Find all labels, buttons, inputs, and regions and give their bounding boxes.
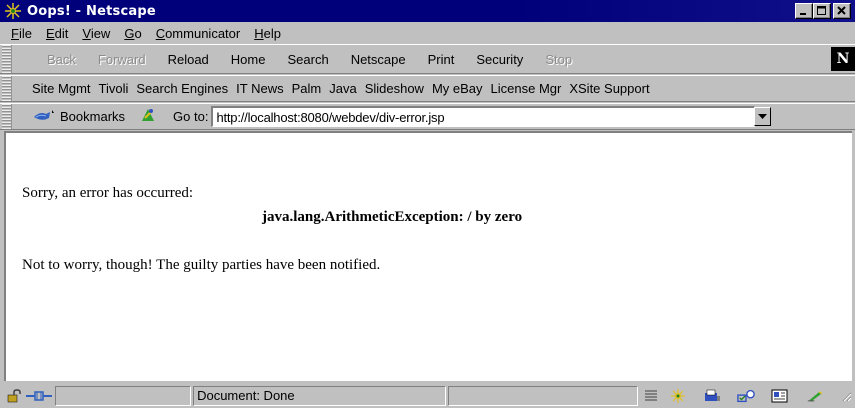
link-tivoli[interactable]: Tivoli bbox=[95, 81, 133, 96]
menu-file[interactable]: File bbox=[4, 26, 39, 41]
reload-button[interactable]: Reload bbox=[157, 52, 220, 67]
security-lock-icon[interactable] bbox=[6, 387, 24, 405]
link-slideshow[interactable]: Slideshow bbox=[361, 81, 428, 96]
status-spacer bbox=[448, 385, 638, 406]
navigator-icon[interactable] bbox=[642, 387, 660, 405]
personal-links-toolbar: Site Mgmt Tivoli Search Engines IT News … bbox=[0, 75, 855, 102]
title-bar[interactable]: Oops! - Netscape bbox=[0, 0, 855, 22]
stop-button[interactable]: Stop bbox=[534, 52, 583, 67]
forward-button[interactable]: Forward bbox=[87, 52, 157, 67]
toolbar-grip[interactable] bbox=[2, 45, 12, 73]
discussion-groups-icon[interactable] bbox=[737, 387, 756, 405]
page-content: Sorry, an error has occurred: java.lang.… bbox=[4, 131, 852, 381]
link-java[interactable]: Java bbox=[325, 81, 360, 96]
menu-view[interactable]: View bbox=[75, 26, 117, 41]
exception-message: java.lang.ArithmeticException: / by zero bbox=[262, 209, 523, 225]
resize-grip-icon[interactable] bbox=[837, 387, 855, 405]
status-bar: Document: Done bbox=[0, 383, 855, 408]
toolbar-grip[interactable] bbox=[2, 76, 12, 101]
netscape-button[interactable]: Netscape bbox=[340, 52, 417, 67]
component-navigator-icon[interactable] bbox=[669, 387, 687, 405]
search-button[interactable]: Search bbox=[276, 52, 339, 67]
link-it-news[interactable]: IT News bbox=[232, 81, 287, 96]
menu-edit[interactable]: Edit bbox=[39, 26, 75, 41]
page-proxy-icon[interactable] bbox=[139, 106, 157, 127]
menu-edit-accel: E bbox=[45, 25, 55, 41]
menu-view-accel: V bbox=[82, 25, 91, 41]
chevron-down-icon bbox=[758, 113, 768, 119]
minimize-button[interactable] bbox=[795, 3, 813, 19]
menu-file-accel: F bbox=[11, 25, 19, 41]
menu-communicator[interactable]: Communicator bbox=[149, 26, 248, 41]
menu-go-label: o bbox=[134, 25, 142, 41]
menu-bar: File Edit View Go Communicator Help bbox=[0, 22, 855, 44]
connection-status-icon[interactable] bbox=[26, 387, 53, 405]
maximize-button[interactable] bbox=[813, 3, 831, 19]
composer-icon[interactable] bbox=[807, 387, 825, 405]
menu-edit-label: dit bbox=[54, 25, 69, 41]
bookmarks-label: Bookmarks bbox=[60, 109, 126, 124]
navigation-toolbar: Back Forward Reload Home Search Netscape… bbox=[0, 44, 855, 74]
link-my-ebay[interactable]: My eBay bbox=[428, 81, 487, 96]
error-intro-text: Sorry, an error has occurred: bbox=[22, 185, 194, 201]
window-title: Oops! - Netscape bbox=[27, 3, 156, 19]
menu-communicator-accel: C bbox=[155, 25, 166, 41]
notification-text: Not to worry, though! The guilty parties… bbox=[22, 257, 381, 273]
status-text: Document: Done bbox=[193, 385, 447, 406]
netscape-app-icon[interactable] bbox=[3, 2, 23, 20]
minimize-icon bbox=[800, 13, 806, 15]
maximize-icon bbox=[817, 6, 826, 15]
url-input[interactable]: http://localhost:8080/webdev/div-error.j… bbox=[211, 106, 756, 127]
menu-view-label: iew bbox=[90, 25, 111, 41]
link-site-mgmt[interactable]: Site Mgmt bbox=[28, 81, 95, 96]
bookmarks-icon bbox=[34, 109, 54, 120]
menu-communicator-label: ommunicator bbox=[165, 25, 241, 41]
toolbar-grip[interactable] bbox=[2, 104, 12, 129]
back-button[interactable]: Back bbox=[36, 52, 87, 67]
mailbox-icon[interactable] bbox=[703, 387, 721, 405]
home-button[interactable]: Home bbox=[220, 52, 277, 67]
security-button[interactable]: Security bbox=[465, 52, 534, 67]
menu-file-label: ile bbox=[18, 25, 32, 41]
link-license-mgr[interactable]: License Mgr bbox=[487, 81, 566, 96]
print-button[interactable]: Print bbox=[417, 52, 466, 67]
netscape-logo-icon[interactable]: N bbox=[831, 47, 855, 71]
goto-label: Go to: bbox=[173, 109, 209, 124]
menu-help-label: elp bbox=[263, 25, 281, 41]
close-button[interactable] bbox=[833, 3, 851, 19]
menu-help[interactable]: Help bbox=[247, 26, 288, 41]
link-palm[interactable]: Palm bbox=[288, 81, 326, 96]
progress-bar bbox=[54, 385, 192, 406]
browser-window: Oops! - Netscape File Edit View Go Commu… bbox=[0, 0, 855, 408]
menu-help-accel: H bbox=[254, 25, 264, 41]
menu-go-accel: G bbox=[124, 25, 135, 41]
link-search-engines[interactable]: Search Engines bbox=[132, 81, 232, 96]
window-controls bbox=[795, 3, 851, 19]
bookmarks-button[interactable]: Bookmarks bbox=[32, 108, 125, 126]
link-xsite-support[interactable]: XSite Support bbox=[565, 81, 653, 96]
url-dropdown-button[interactable] bbox=[754, 107, 772, 126]
location-toolbar: Bookmarks Go to: http://localhost:8080/w… bbox=[0, 103, 855, 130]
page-proxy-icon-graphic bbox=[142, 109, 155, 121]
menu-go[interactable]: Go bbox=[117, 26, 148, 41]
address-book-icon[interactable] bbox=[771, 387, 789, 405]
close-icon bbox=[837, 6, 846, 15]
